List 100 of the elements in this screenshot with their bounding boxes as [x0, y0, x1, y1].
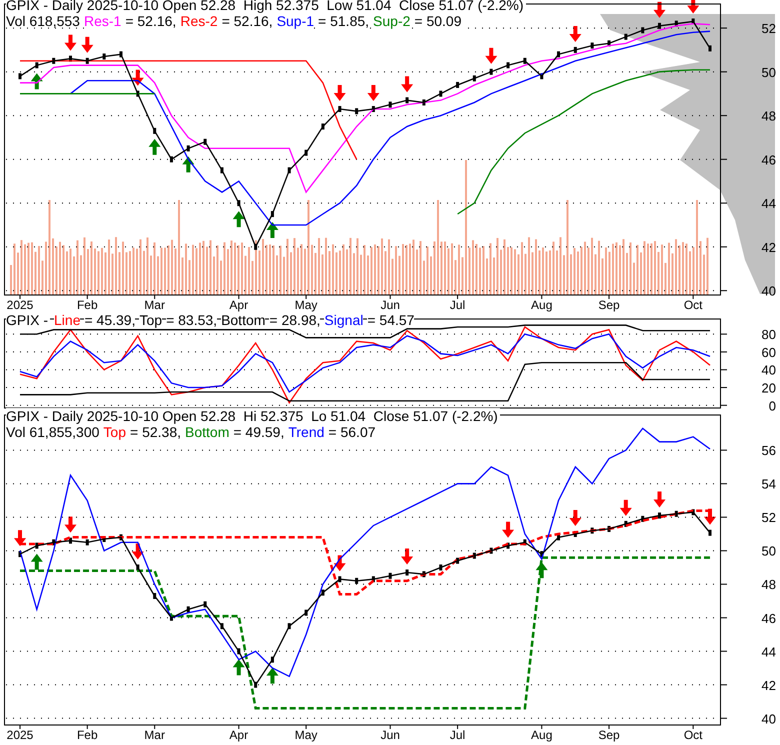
- axis-label: Jun: [380, 728, 400, 742]
- volume-text: Vol 61,855,300: [6, 424, 100, 440]
- candle: [321, 590, 324, 596]
- up-arrow-icon: [182, 156, 194, 172]
- legend-label: Res-2: [180, 13, 218, 29]
- candle: [204, 601, 207, 608]
- axis-label: 44: [762, 644, 776, 660]
- down-arrow-icon: [654, 492, 666, 508]
- down-arrow-icon: [654, 2, 666, 18]
- down-arrow-icon: [334, 555, 346, 572]
- axis-label: Jul: [450, 728, 466, 742]
- axis-label: Oct: [684, 298, 702, 312]
- candle: [624, 34, 628, 40]
- candle: [422, 571, 426, 578]
- candle: [608, 40, 611, 46]
- up-arrow-icon: [232, 659, 245, 676]
- legend-label: Signal: [324, 312, 364, 328]
- candle: [422, 99, 426, 106]
- candle: [18, 551, 22, 558]
- axis-label: Feb: [76, 298, 98, 312]
- axis-label: 60: [762, 344, 776, 360]
- candle: [304, 150, 308, 156]
- candle: [220, 623, 224, 630]
- axis-label: Jun: [380, 298, 400, 312]
- legend-value: = 54.57: [367, 312, 414, 328]
- down-arrow-icon: [367, 85, 380, 102]
- candle: [321, 124, 324, 130]
- down-arrow-icon: [401, 76, 414, 92]
- down-arrow-icon: [81, 36, 94, 53]
- axis-label: 50: [762, 544, 776, 559]
- legend-label: Trend: [288, 424, 324, 440]
- candle: [540, 73, 544, 80]
- down-arrow-icon: [502, 522, 514, 538]
- candle: [338, 106, 342, 112]
- candle: [490, 548, 493, 554]
- axis-label: Apr: [229, 298, 248, 312]
- candle: [523, 58, 526, 64]
- candle: [35, 542, 38, 549]
- candle: [406, 570, 409, 576]
- candle: [406, 97, 409, 104]
- candle: [270, 211, 274, 218]
- axis-label: 2025: [6, 298, 34, 312]
- candle: [608, 526, 611, 532]
- axis-label: 52: [762, 510, 776, 526]
- candle: [590, 528, 594, 534]
- legend-value: = 28.98,: [269, 312, 320, 328]
- legend-label: Top: [103, 424, 126, 440]
- up-arrow-icon: [30, 554, 43, 570]
- candle: [372, 106, 375, 112]
- legend-value: = 52.16,: [222, 13, 273, 29]
- axis-label: 48: [762, 108, 776, 124]
- down-arrow-icon: [14, 530, 26, 546]
- candle: [119, 534, 122, 540]
- candle: [506, 542, 510, 549]
- up-arrow-icon: [232, 211, 245, 228]
- candle: [220, 167, 224, 174]
- legend-label: Sup-2: [373, 13, 410, 29]
- candle: [472, 552, 476, 559]
- candle: [523, 539, 526, 546]
- up-arrow-icon: [148, 138, 161, 155]
- axis-label: 80: [762, 327, 776, 342]
- axis-label: Jul: [450, 298, 466, 312]
- candle: [439, 90, 442, 97]
- legend-label: Line: [54, 312, 80, 328]
- legend-label: Bottom: [185, 424, 230, 440]
- candle: [52, 58, 56, 64]
- candle: [456, 558, 460, 564]
- axis-label: Mar: [144, 728, 165, 742]
- axis-label: Sep: [598, 728, 620, 742]
- axis-label: 46: [762, 152, 776, 168]
- axis-label: Aug: [531, 298, 552, 312]
- down-arrow-icon: [132, 70, 144, 86]
- candle: [52, 539, 56, 546]
- up-arrow-icon: [266, 668, 278, 684]
- legend-label: Sup-1: [276, 13, 314, 29]
- axis-label: 0: [768, 398, 776, 412]
- axis-label: Oct: [684, 728, 702, 742]
- legend-value: = 52.16,: [125, 13, 176, 29]
- candle: [557, 534, 560, 540]
- candle: [456, 82, 460, 88]
- legend-value: = 49.59,: [233, 424, 284, 440]
- down-arrow-icon: [64, 34, 76, 51]
- candle: [35, 62, 38, 68]
- axis-label: 56: [762, 443, 776, 458]
- candle: [69, 56, 72, 62]
- candle: [186, 145, 190, 152]
- candle: [86, 539, 89, 546]
- candle: [338, 576, 342, 582]
- candle: [540, 551, 544, 558]
- down-arrow-icon: [132, 543, 144, 560]
- candle: [86, 58, 89, 64]
- legend-label: Top: [139, 312, 162, 328]
- axis-label: 2025: [6, 728, 34, 742]
- axis-label: May: [294, 728, 318, 742]
- axis-label: 44: [762, 196, 776, 212]
- candle: [288, 167, 291, 174]
- candle: [692, 18, 695, 24]
- chart-title: GPIX -: [6, 312, 50, 328]
- candle: [388, 102, 392, 108]
- candle: [590, 42, 594, 49]
